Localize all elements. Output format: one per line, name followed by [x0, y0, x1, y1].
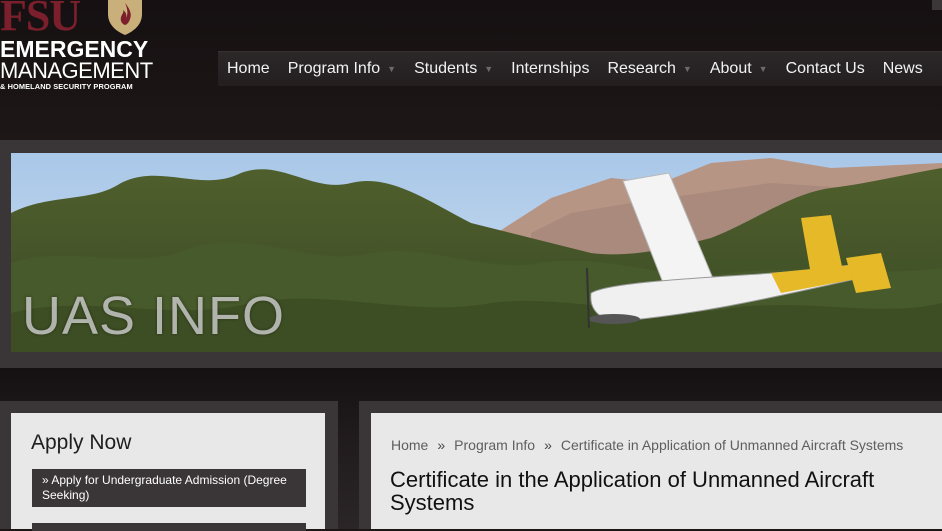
chevron-down-icon: ▼ [682, 64, 692, 74]
chevron-down-icon: ▼ [484, 64, 494, 74]
apply-now-title: Apply Now [31, 431, 132, 454]
banner-caption: UAS INFO [22, 286, 286, 346]
nav-item-program-info[interactable]: Program Info ▼ [279, 52, 405, 86]
main-content: Home » Program Info » Certificate in Applica… [371, 413, 942, 529]
corner-tab [932, 0, 942, 10]
breadcrumb-program-info[interactable]: Program Info [454, 437, 535, 453]
breadcrumb-home[interactable]: Home [391, 437, 428, 453]
apply-next-link[interactable] [32, 523, 306, 531]
nav-item-label: About [709, 60, 752, 77]
nav-item-students[interactable]: Students ▼ [405, 52, 502, 86]
logo-line-program: & HOMELAND SECURITY PROGRAM [0, 82, 133, 91]
nav-item-research[interactable]: Research ▼ [598, 52, 700, 86]
breadcrumb-separator: » [437, 437, 446, 453]
nav-item-label: Research [607, 60, 676, 77]
nav-item-home[interactable]: Home [218, 52, 279, 86]
nav-item-label: Contact Us [785, 60, 865, 77]
nav-item-about[interactable]: About ▼ [701, 52, 777, 86]
main-nav: Home Program Info ▼ Students ▼ Internshi… [218, 51, 942, 86]
chevron-down-icon: ▼ [758, 64, 768, 74]
page-title: Certificate in the Application of Unmann… [390, 467, 875, 515]
nav-item-label: Home [227, 60, 270, 77]
nav-item-label: Program Info [287, 60, 381, 77]
flame-shield-icon [108, 0, 142, 35]
nav-item-internships[interactable]: Internships [502, 52, 598, 86]
nav-item-label: News [882, 60, 923, 77]
breadcrumb-current: Certificate in Application of Unmanned A… [560, 437, 904, 453]
nav-item-contact-us[interactable]: Contact Us [777, 52, 874, 86]
logo-line-management: MANAGEMENT [0, 58, 153, 83]
nav-item-label: Internships [511, 60, 590, 77]
chevron-down-icon: ▼ [387, 64, 397, 74]
breadcrumb: Home » Program Info » Certificate in Applica… [391, 437, 903, 453]
site-logo[interactable]: FSU EMERGENCY MANAGEMENT & HOMELAND SECU… [0, 0, 165, 100]
nav-item-news[interactable]: News [874, 52, 932, 86]
breadcrumb-separator: » [544, 437, 552, 453]
apply-undergraduate-link[interactable]: » Apply for Undergraduate Admission (Deg… [32, 469, 306, 507]
nav-item-label: Students [414, 60, 478, 77]
apply-now-panel: Apply Now » Apply for Undergraduate Admi… [11, 413, 325, 531]
site-header: FSU EMERGENCY MANAGEMENT & HOMELAND SECU… [0, 0, 942, 140]
logo-fsu-text: FSU [0, 0, 81, 40]
